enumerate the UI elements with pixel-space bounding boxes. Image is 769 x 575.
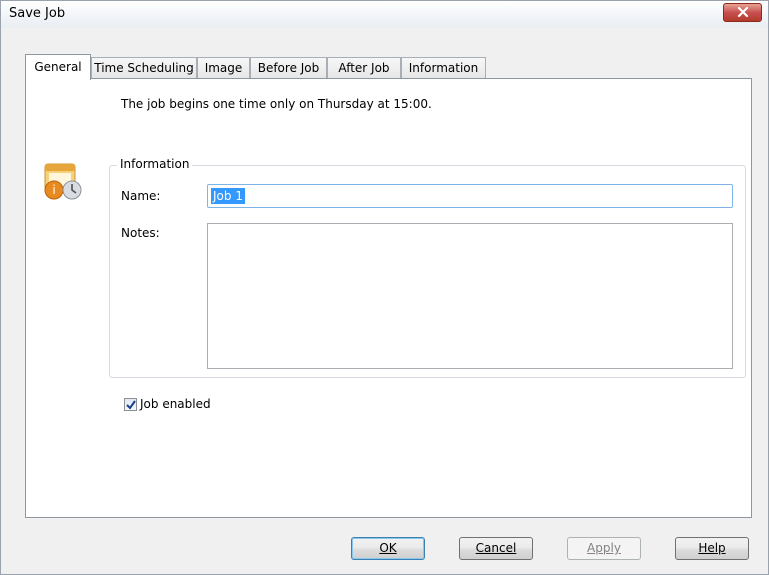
notes-textarea[interactable] [207,223,733,369]
notes-label: Notes: [121,226,160,240]
close-icon [737,7,749,18]
apply-button-label: Apply [587,541,621,555]
information-group-legend: Information [117,157,193,171]
name-input-value: Job 1 [211,188,245,204]
general-tab-panel: The job begins one time only on Thursday… [25,78,752,518]
checkmark-icon [126,400,136,410]
tab-information[interactable]: Information [401,57,486,79]
cancel-button-label: Cancel [475,541,517,555]
apply-button[interactable]: Apply [567,537,641,560]
close-button[interactable] [723,3,762,22]
help-button-label: Help [698,541,726,555]
tab-before-job[interactable]: Before Job [250,57,327,79]
job-enabled-label: Job enabled [140,397,211,411]
window-title: Save Job [9,6,66,21]
calendar-info-icon: i [43,162,89,205]
tab-image[interactable]: Image [197,57,250,79]
ok-button[interactable]: OK [351,537,425,560]
save-job-dialog: Save Job General Time Scheduling Image B… [0,0,769,575]
tab-general[interactable]: General [25,54,91,80]
name-label: Name: [121,189,161,203]
job-enabled-checkbox[interactable] [124,398,137,411]
svg-text:i: i [52,183,55,197]
ok-button-label: OK [379,541,397,555]
tab-after-job[interactable]: After Job [327,57,401,79]
information-group: Information Name: Job 1 Notes: [109,157,746,378]
title-bar[interactable]: Save Job [1,1,768,27]
tab-time-scheduling[interactable]: Time Scheduling [91,57,197,79]
name-input[interactable]: Job 1 [207,184,733,208]
help-button[interactable]: Help [675,537,749,560]
schedule-summary: The job begins one time only on Thursday… [121,97,432,111]
cancel-button[interactable]: Cancel [459,537,533,560]
